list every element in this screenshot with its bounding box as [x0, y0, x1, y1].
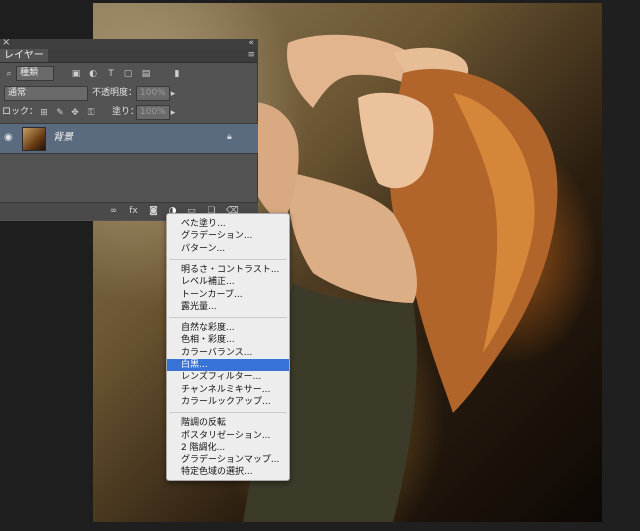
- bottom-bar: [0, 522, 640, 531]
- menu-item[interactable]: チャンネルミキサー...: [167, 384, 289, 396]
- opacity-label: 不透明度：: [92, 88, 138, 98]
- panel-tab-row: レイヤー ≡: [0, 49, 258, 63]
- lock-transparent-icon[interactable]: ⊞: [39, 108, 49, 118]
- panel-title-bar[interactable]: × «: [0, 37, 258, 49]
- right-dock: [602, 0, 640, 531]
- fill-label: 塗り：: [112, 107, 140, 117]
- menu-item[interactable]: ポスタリゼーション...: [167, 430, 289, 442]
- layer-row-background[interactable]: ◉ 背景 🔒︎: [0, 123, 258, 154]
- menu-item[interactable]: 白黒...: [167, 359, 289, 371]
- blend-mode-select[interactable]: 通常: [4, 86, 88, 101]
- opacity-input[interactable]: 100%: [136, 86, 170, 101]
- menu-item[interactable]: べた塗り...: [167, 218, 289, 230]
- search-icon: ⌕: [6, 69, 12, 79]
- menu-item[interactable]: 階調の反転: [167, 417, 289, 429]
- tab-layers[interactable]: レイヤー: [0, 49, 48, 62]
- lock-brush-icon[interactable]: ✎: [55, 108, 65, 118]
- fx-icon[interactable]: fx: [128, 206, 139, 217]
- face-shape: [358, 92, 434, 189]
- menu-item[interactable]: 特定色域の選択...: [167, 466, 289, 478]
- lock-row: ロック： ⊞ ✎ ✥ ⚿ 塗り： 100% ▸: [0, 103, 258, 123]
- menu-item[interactable]: パターン...: [167, 243, 289, 255]
- type-filter-icon[interactable]: T: [106, 69, 116, 79]
- fill-dropdown-icon[interactable]: ▸: [168, 108, 178, 118]
- filter-row: ⌕ 種類 ▣ ◐ T ▢ ▤ ▮: [0, 64, 258, 84]
- lock-move-icon[interactable]: ✥: [70, 108, 80, 118]
- fill-input[interactable]: 100%: [136, 105, 170, 120]
- menu-separator: [169, 412, 287, 414]
- pixel-filter-icon[interactable]: ▣: [71, 69, 81, 79]
- adjustment-menu: べた塗り... グラデーション... パターン... 明るさ・コントラスト... レベル…: [166, 213, 290, 481]
- shape-filter-icon[interactable]: ▢: [123, 69, 133, 79]
- menu-item[interactable]: カラールックアップ...: [167, 396, 289, 408]
- menu-item[interactable]: レベル補正...: [167, 276, 289, 288]
- menu-item[interactable]: 色相・彩度...: [167, 334, 289, 346]
- menu-item[interactable]: 2 階調化...: [167, 442, 289, 454]
- menu-item[interactable]: グラデーション...: [167, 230, 289, 242]
- menu-item[interactable]: グラデーションマップ...: [167, 454, 289, 466]
- link-icon[interactable]: ∞: [108, 206, 119, 217]
- adjustment-filter-icon[interactable]: ◐: [88, 69, 98, 79]
- collapse-icon[interactable]: «: [248, 37, 254, 49]
- menu-item[interactable]: 明るさ・コントラスト...: [167, 264, 289, 276]
- filter-kind-select[interactable]: 種類: [16, 66, 54, 81]
- layer-thumbnail: [22, 127, 46, 151]
- menu-item[interactable]: カラーバランス...: [167, 347, 289, 359]
- smart-object-filter-icon[interactable]: ▤: [141, 69, 151, 79]
- lock-all-icon[interactable]: ⚿: [86, 108, 96, 118]
- lock-icon: 🔒︎: [227, 132, 232, 142]
- menu-item[interactable]: トーンカーブ...: [167, 289, 289, 301]
- panel-menu-icon[interactable]: ≡: [247, 49, 255, 62]
- menu-separator: [169, 317, 287, 319]
- close-icon[interactable]: ×: [2, 37, 10, 49]
- menu-item[interactable]: 露光量...: [167, 301, 289, 313]
- menu-item[interactable]: 自然な彩度...: [167, 322, 289, 334]
- menu-item[interactable]: レンズフィルター...: [167, 371, 289, 383]
- layers-panel: × « レイヤー ≡ ⌕ 種類 ▣ ◐ T ▢ ▤ ▮ 通常 不透明度： 100…: [0, 37, 258, 221]
- menu-separator: [169, 258, 287, 260]
- filter-toggle-icon[interactable]: ▮: [172, 69, 182, 79]
- blend-row: 通常 不透明度： 100% ▸: [0, 84, 258, 104]
- lock-label: ロック：: [2, 107, 39, 117]
- visibility-eye-icon[interactable]: ◉: [4, 133, 13, 143]
- layer-name: 背景: [53, 132, 73, 143]
- mask-icon[interactable]: ◙: [148, 206, 159, 217]
- opacity-dropdown-icon[interactable]: ▸: [168, 89, 178, 99]
